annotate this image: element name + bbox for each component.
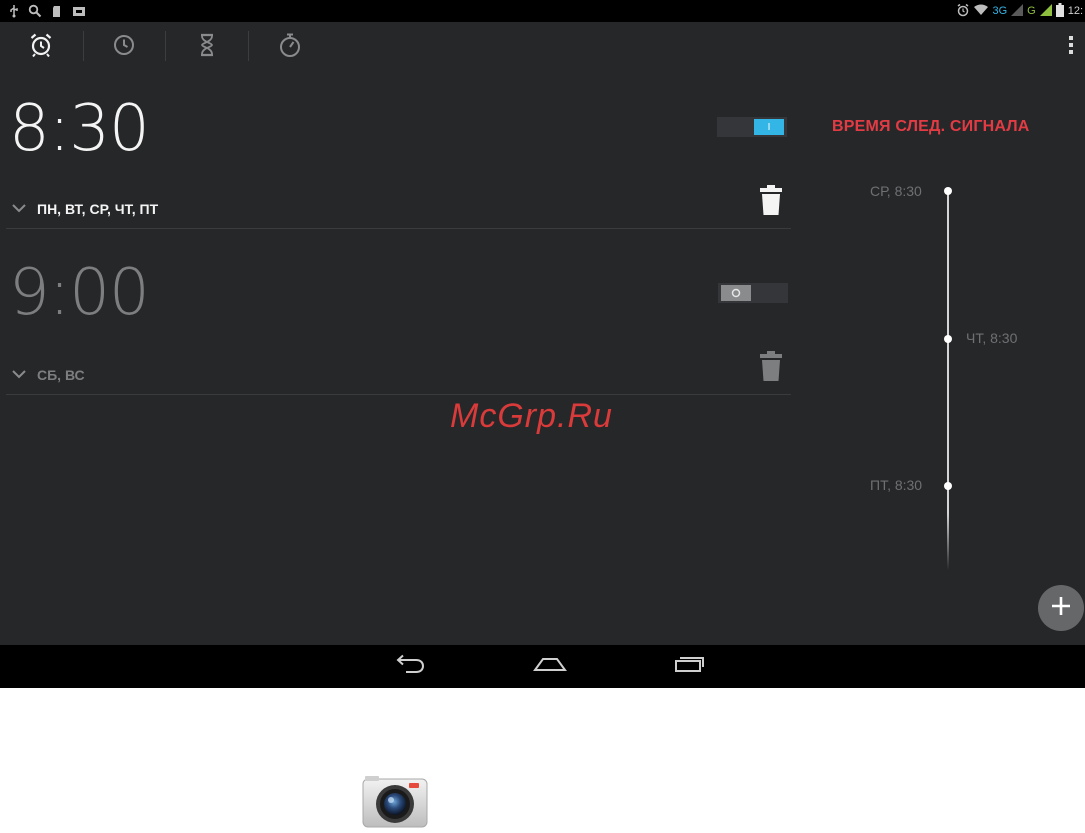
toggle-knob-off	[721, 285, 751, 301]
delete-alarm-button[interactable]	[756, 350, 786, 386]
alarm-days-expander[interactable]: ПН, ВТ, СР, ЧТ, ПТ	[11, 200, 158, 218]
timeline-label: ПТ, 8:30	[870, 477, 923, 493]
battery-icon	[1055, 2, 1064, 20]
clock-icon	[112, 33, 136, 62]
sd-card-icon	[52, 3, 62, 19]
back-button[interactable]	[380, 645, 440, 688]
delete-alarm-button[interactable]	[756, 184, 786, 220]
network-type-label: 3G	[992, 5, 1008, 17]
timeline-label: ЧТ, 8:30	[966, 330, 1018, 346]
clock-app-screen: 3G G 12: 8:30 I ПН, ВТ, СР, ЧТ, ПТ 9:00 …	[0, 0, 1085, 688]
alarm-time[interactable]: 8:30	[9, 92, 150, 166]
search-icon	[28, 3, 42, 19]
divider	[6, 394, 791, 395]
watermark: McGrp.Ru	[450, 397, 613, 435]
home-button[interactable]	[520, 645, 580, 688]
toggle-knob-on: I	[754, 119, 784, 135]
more-vertical-icon	[1068, 35, 1074, 60]
timeline-label: СР, 8:30	[870, 183, 922, 199]
alarm-clock-icon	[28, 32, 54, 63]
timeline-dot	[944, 335, 952, 343]
tab-timer[interactable]	[166, 22, 248, 72]
screenshot-icon	[72, 3, 86, 19]
stopwatch-icon	[278, 32, 302, 63]
tab-alarm[interactable]	[0, 22, 82, 72]
status-bar: 3G G 12:	[0, 0, 1085, 22]
alarm-toggle[interactable]	[718, 283, 788, 303]
next-alarm-title: ВРЕМЯ СЛЕД. СИГНАЛА	[832, 118, 1030, 135]
trash-icon	[759, 184, 783, 221]
navigation-bar	[0, 645, 1085, 688]
alarm-item: 9:00 СБ, ВС	[0, 230, 795, 395]
alarm-days: ПН, ВТ, СР, ЧТ, ПТ	[37, 201, 159, 217]
alarm-days-expander[interactable]: СБ, ВС	[11, 366, 85, 384]
alarm-time[interactable]: 9:00	[9, 256, 150, 330]
camera-app-icon	[361, 773, 429, 828]
alarm-days: СБ, ВС	[37, 367, 85, 383]
hourglass-icon	[198, 33, 216, 62]
alarm-icon	[956, 3, 970, 20]
alarm-toggle[interactable]: I	[717, 117, 787, 137]
chevron-down-icon	[11, 200, 27, 218]
wifi-icon	[974, 4, 989, 19]
tab-bar	[0, 22, 1085, 72]
overflow-menu-button[interactable]	[1057, 22, 1085, 72]
signal-icon-2	[1039, 3, 1052, 19]
timeline-line	[947, 190, 949, 570]
back-icon	[394, 654, 426, 679]
signal-icon	[1011, 3, 1024, 19]
usb-icon	[8, 3, 20, 19]
chevron-down-icon	[11, 366, 27, 384]
home-icon	[533, 655, 567, 678]
timeline-dot	[944, 187, 952, 195]
tab-clock[interactable]	[83, 22, 165, 72]
recent-apps-button[interactable]	[660, 645, 720, 688]
tab-stopwatch[interactable]	[249, 22, 331, 72]
plus-icon	[1050, 595, 1072, 622]
network-type-label-2: G	[1027, 5, 1036, 17]
status-clock: 12:	[1067, 5, 1083, 17]
recent-apps-icon	[674, 655, 706, 678]
trash-icon	[759, 350, 783, 387]
divider	[6, 228, 791, 229]
add-alarm-button[interactable]	[1038, 585, 1084, 631]
alarm-item: 8:30 I ПН, ВТ, СР, ЧТ, ПТ	[0, 72, 795, 230]
timeline-dot	[944, 482, 952, 490]
